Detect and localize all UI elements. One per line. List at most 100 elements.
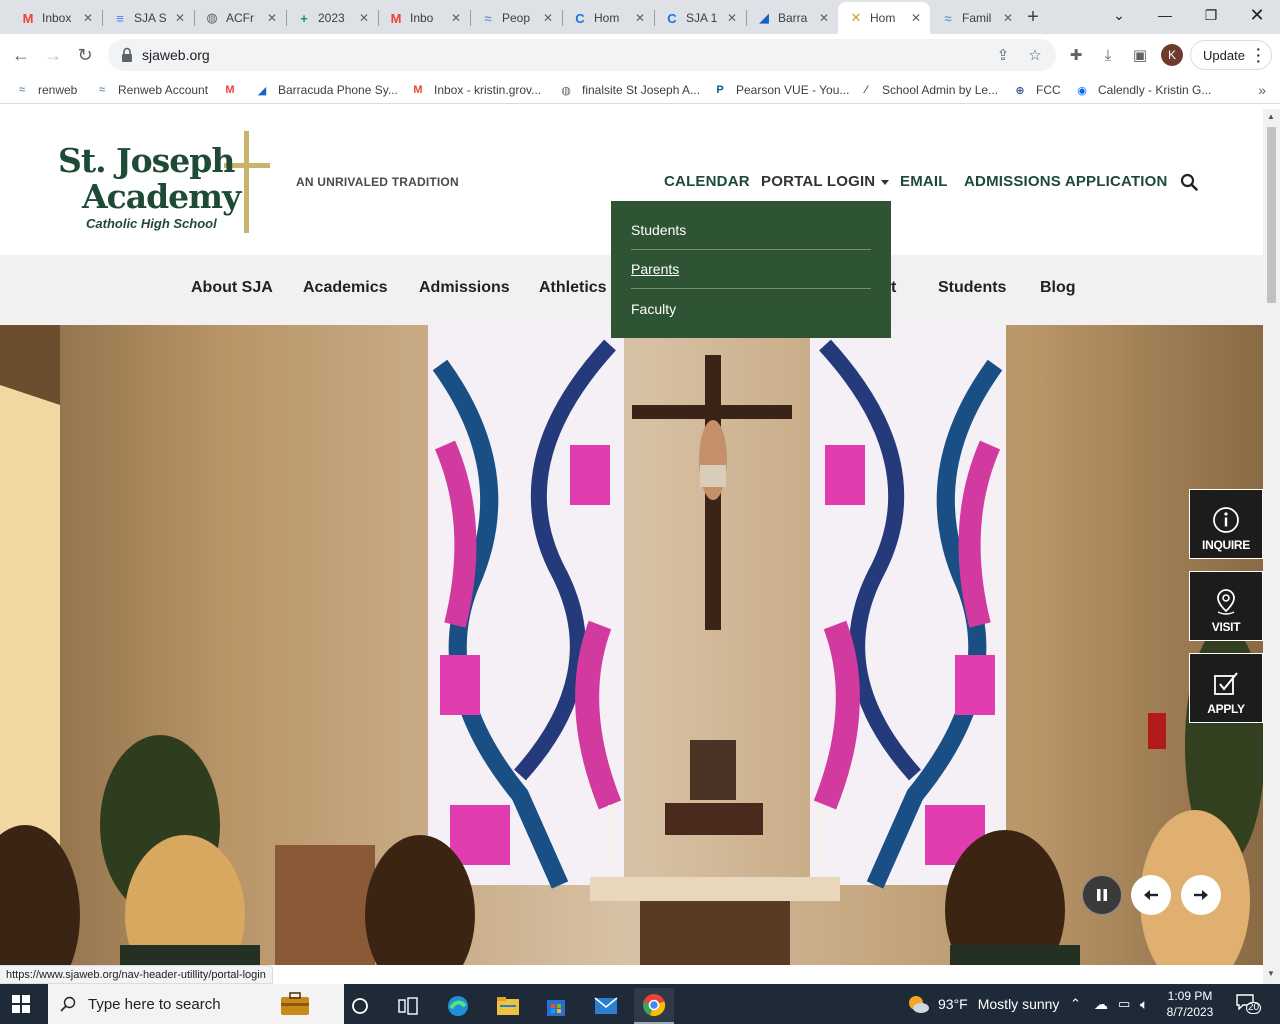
update-button[interactable]: Update · · · xyxy=(1190,40,1272,70)
bookmark-star-icon[interactable]: ☆ xyxy=(1026,46,1044,64)
slideshow-pause-button[interactable] xyxy=(1082,875,1122,915)
nav-about-sja[interactable]: About SJA xyxy=(191,279,273,297)
browser-tab[interactable]: ≡ SJA S ✕ xyxy=(102,2,194,34)
utility-portal-login-link[interactable]: PORTAL LOGIN xyxy=(761,173,890,190)
scroll-down-arrow-icon[interactable]: ▼ xyxy=(1267,969,1275,978)
file-explorer-icon[interactable] xyxy=(488,988,528,1024)
taskbar-search-box[interactable]: Type here to search xyxy=(48,984,344,1024)
browser-tab[interactable]: ≈ Peop ✕ xyxy=(470,2,562,34)
close-tab-icon[interactable]: ✕ xyxy=(908,10,924,26)
taskbar-clock[interactable]: 1:09 PM 8/7/2023 xyxy=(1160,988,1220,1020)
kebab-menu-icon[interactable]: · · · xyxy=(1256,42,1261,68)
nav-blog[interactable]: Blog xyxy=(1040,279,1076,297)
restore-button[interactable]: ❐ xyxy=(1188,0,1234,30)
inquire-button[interactable]: INQUIRE xyxy=(1189,489,1263,559)
scrollbar-thumb[interactable] xyxy=(1267,127,1276,303)
close-tab-icon[interactable]: ✕ xyxy=(80,10,96,26)
checkbox-check-icon xyxy=(1214,672,1238,695)
utility-admissions-application-link[interactable]: ADMISSIONS APPLICATION xyxy=(964,173,1168,190)
close-tab-icon[interactable]: ✕ xyxy=(264,10,280,26)
url-text[interactable]: sjaweb.org xyxy=(142,47,210,63)
downloads-icon[interactable]: ⤓ xyxy=(1098,45,1118,65)
slideshow-prev-button[interactable] xyxy=(1131,875,1171,915)
sja-logo[interactable]: St. Joseph Academy Catholic High School xyxy=(56,129,276,235)
bookmark-item[interactable]: ⁄ School Admin by Le... xyxy=(858,81,998,99)
nav-partially-hidden-item[interactable]: t xyxy=(891,279,896,297)
onedrive-icon[interactable]: ☁ xyxy=(1094,984,1108,1024)
edge-icon[interactable] xyxy=(438,988,478,1024)
browser-tab[interactable]: ≈ Famil ✕ xyxy=(930,2,1022,34)
nav-academics[interactable]: Academics xyxy=(303,279,388,297)
bookmark-item[interactable]: ◍ finalsite St Joseph A... xyxy=(558,81,700,99)
nav-admissions[interactable]: Admissions xyxy=(419,279,510,297)
browser-tab[interactable]: C SJA 1 ✕ xyxy=(654,2,746,34)
tab-search-chevron-icon[interactable]: ⌄ xyxy=(1096,0,1142,30)
forward-button[interactable]: → xyxy=(40,42,66,68)
utility-email-link[interactable]: EMAIL xyxy=(900,173,948,190)
windows-start-icon[interactable] xyxy=(12,995,30,1013)
share-icon[interactable]: ⇪ xyxy=(994,46,1012,64)
slideshow-next-button[interactable] xyxy=(1181,875,1221,915)
profile-avatar[interactable]: K xyxy=(1161,44,1183,66)
chrome-taskbar-icon[interactable] xyxy=(634,988,674,1024)
task-view-icon[interactable] xyxy=(388,988,428,1024)
weather-widget[interactable]: 93°F Mostly sunny xyxy=(906,984,1059,1024)
close-tab-icon[interactable]: ✕ xyxy=(1000,10,1016,26)
browser-tab[interactable]: M Inbox ✕ xyxy=(10,2,102,34)
visit-button[interactable]: VISIT xyxy=(1189,571,1263,641)
mail-icon[interactable] xyxy=(586,988,626,1024)
lock-icon[interactable] xyxy=(120,47,134,63)
close-window-button[interactable]: ✕ xyxy=(1234,0,1280,30)
browser-tab[interactable]: ◢ Barra ✕ xyxy=(746,2,838,34)
address-bar[interactable]: sjaweb.org ⇪ ☆ xyxy=(108,39,1056,71)
close-tab-icon[interactable]: ✕ xyxy=(816,10,832,26)
close-tab-icon[interactable]: ✕ xyxy=(172,10,188,26)
google-sheets-icon: + xyxy=(300,10,308,26)
notification-center-icon[interactable]: 20 xyxy=(1236,994,1262,1014)
bookmark-item[interactable]: P Pearson VUE - You... xyxy=(712,81,849,99)
cortana-icon[interactable] xyxy=(340,988,380,1024)
barracuda-icon: ◢ xyxy=(257,84,267,97)
bookmark-item[interactable]: M Inbox - kristin.grov... xyxy=(410,81,541,99)
close-tab-icon[interactable]: ✕ xyxy=(724,10,740,26)
new-tab-button[interactable]: + xyxy=(1022,6,1044,28)
briefcase-icon[interactable] xyxy=(280,992,310,1016)
portal-dropdown-item-faculty[interactable]: Faculty xyxy=(631,289,871,328)
extensions-puzzle-icon[interactable]: ✚ xyxy=(1066,45,1086,65)
scroll-up-arrow-icon[interactable]: ▲ xyxy=(1267,112,1275,121)
microsoft-store-icon[interactable] xyxy=(536,988,576,1024)
portal-dropdown-item-parents[interactable]: Parents xyxy=(631,250,871,289)
bookmark-item[interactable]: ◢ Barracuda Phone Sy... xyxy=(254,81,398,99)
browser-tab[interactable]: ✕ Hom ✕ xyxy=(838,2,930,34)
renweb-icon: ≈ xyxy=(98,84,106,96)
globe-icon: ◍ xyxy=(206,10,218,25)
close-tab-icon[interactable]: ✕ xyxy=(540,10,556,26)
close-tab-icon[interactable]: ✕ xyxy=(448,10,464,26)
bookmark-item[interactable]: ≈ Renweb Account xyxy=(94,81,208,99)
back-button[interactable]: ← xyxy=(8,42,34,68)
page-scrollbar[interactable]: ▲ ▼ xyxy=(1263,109,1280,984)
nav-athletics[interactable]: Athletics xyxy=(539,279,607,297)
utility-calendar-link[interactable]: CALENDAR xyxy=(664,173,750,190)
search-icon[interactable] xyxy=(1180,173,1198,191)
bookmark-item[interactable]: M xyxy=(222,81,246,99)
side-panel-icon[interactable]: ▣ xyxy=(1130,45,1150,65)
browser-tab[interactable]: ◍ ACFr ✕ xyxy=(194,2,286,34)
nav-students[interactable]: Students xyxy=(938,279,1006,297)
apply-button[interactable]: APPLY xyxy=(1189,653,1263,723)
close-tab-icon[interactable]: ✕ xyxy=(356,10,372,26)
bookmarks-overflow-icon[interactable]: » xyxy=(1258,82,1266,98)
reload-button[interactable]: ↻ xyxy=(72,42,98,68)
close-tab-icon[interactable]: ✕ xyxy=(632,10,648,26)
bookmark-item[interactable]: ◉ Calendly - Kristin G... xyxy=(1074,81,1211,99)
browser-tab[interactable]: +2023 ✕ xyxy=(286,2,378,34)
volume-icon[interactable]: 🔈︎ xyxy=(1140,984,1148,1024)
portal-dropdown-item-students[interactable]: Students xyxy=(631,211,871,250)
bookmark-item[interactable]: ⊕ FCC xyxy=(1012,81,1060,99)
browser-tab[interactable]: M Inbo ✕ xyxy=(378,2,470,34)
browser-tab[interactable]: C Hom ✕ xyxy=(562,2,654,34)
tray-chevron-up-icon[interactable]: ⌃ xyxy=(1070,984,1081,1024)
minimize-button[interactable]: — xyxy=(1142,0,1188,30)
network-icon[interactable]: ▭ xyxy=(1118,984,1130,1024)
bookmark-item[interactable]: ≈ renweb xyxy=(14,81,77,99)
